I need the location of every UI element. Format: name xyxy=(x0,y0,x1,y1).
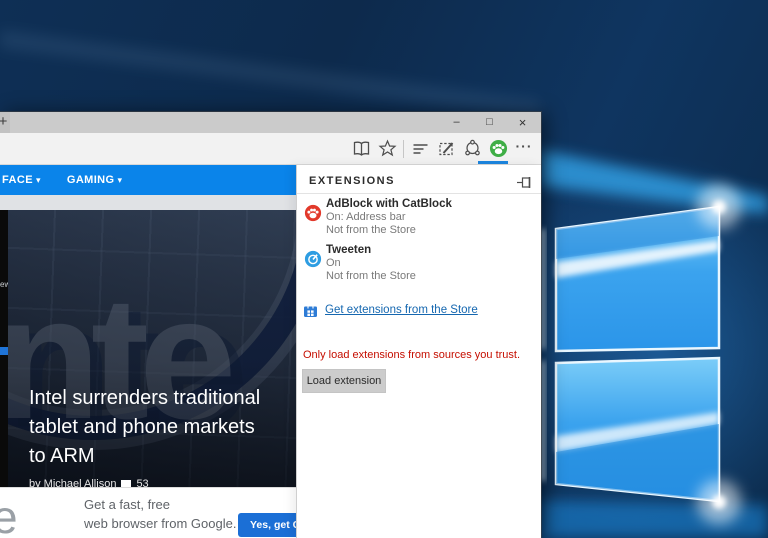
reading-view-icon[interactable] xyxy=(348,136,374,162)
extension-item-tweeten[interactable]: Tweeten On Not from the Store xyxy=(297,244,541,284)
side-fragment-text: ew xyxy=(0,280,8,289)
panel-title: EXTENSIONS xyxy=(309,175,395,187)
banner-text: Get a fast, free web browser from Google… xyxy=(84,497,237,531)
side-fragment-blue xyxy=(0,347,8,355)
maximize-button[interactable]: □ xyxy=(473,112,506,133)
close-button[interactable]: × xyxy=(506,112,539,133)
extensions-panel: EXTENSIONS AdBlock with CatBlock On: Add… xyxy=(296,165,541,538)
article-headline[interactable]: Intel surrenders traditional tablet and … xyxy=(29,384,260,471)
panel-divider xyxy=(297,193,541,194)
extension-source: Not from the Store xyxy=(326,224,416,236)
toolbar-icons: ··· xyxy=(348,133,537,164)
titlebar: + – □ × xyxy=(0,112,541,133)
nav-item-gaming[interactable]: GAMING ▾ xyxy=(67,174,123,186)
article-hero[interactable]: nte Intel surrenders traditional tablet … xyxy=(8,210,296,487)
article-text-block: Intel surrenders traditional tablet and … xyxy=(29,384,260,487)
banner-letter-fragment: e xyxy=(0,490,18,538)
get-chrome-button[interactable]: Yes, get C xyxy=(238,513,296,537)
edge-browser-window: + – □ × ··· FACE ▾ GAMING ▾ ew Intel sur… xyxy=(0,112,541,538)
screen: + – □ × ··· FACE ▾ GAMING ▾ ew Intel sur… xyxy=(0,0,768,538)
favorites-star-icon[interactable] xyxy=(374,136,400,162)
web-note-icon[interactable] xyxy=(433,136,459,162)
google-banner: e Get a fast, free web browser from Goog… xyxy=(0,487,296,538)
load-extension-warning: Only load extensions from sources you tr… xyxy=(303,349,521,361)
tweeten-icon xyxy=(304,250,322,268)
extension-status: On: Address bar xyxy=(326,211,406,223)
get-extensions-store-link[interactable]: Get extensions from the Store xyxy=(325,304,478,316)
extension-item-adblock[interactable]: AdBlock with CatBlock On: Address bar No… xyxy=(297,198,541,238)
comments-count: 53 xyxy=(136,478,149,487)
chevron-down-icon: ▾ xyxy=(35,175,41,185)
nav-item-surface[interactable]: FACE ▾ xyxy=(2,174,41,186)
load-extension-button[interactable]: Load extension xyxy=(302,369,386,393)
share-icon[interactable] xyxy=(459,136,485,162)
active-panel-underline xyxy=(478,161,508,164)
store-icon xyxy=(303,303,318,323)
adblock-extension-icon[interactable] xyxy=(485,136,511,162)
new-tab-button[interactable]: + xyxy=(0,112,10,133)
extension-status: On xyxy=(326,257,341,269)
page-nav-bar: FACE ▾ GAMING ▾ xyxy=(0,165,296,195)
browser-toolbar: ··· xyxy=(0,133,541,165)
extension-source: Not from the Store xyxy=(326,270,416,282)
more-actions-button[interactable]: ··· xyxy=(511,136,537,162)
page-side-fragment: ew xyxy=(0,210,8,487)
get-extensions-row: Get extensions from the Store xyxy=(297,301,541,321)
comments-icon xyxy=(121,479,132,487)
window-controls: – □ × xyxy=(440,112,539,133)
minimize-button[interactable]: – xyxy=(440,112,473,133)
article-byline: by Michael Allison 53 xyxy=(29,478,260,487)
toolbar-separator xyxy=(403,139,404,158)
chevron-down-icon: ▾ xyxy=(117,175,123,185)
hub-icon[interactable] xyxy=(407,136,433,162)
pin-panel-icon[interactable] xyxy=(516,176,532,189)
page-background-strip xyxy=(0,195,296,210)
adblock-catblock-icon xyxy=(304,204,322,222)
